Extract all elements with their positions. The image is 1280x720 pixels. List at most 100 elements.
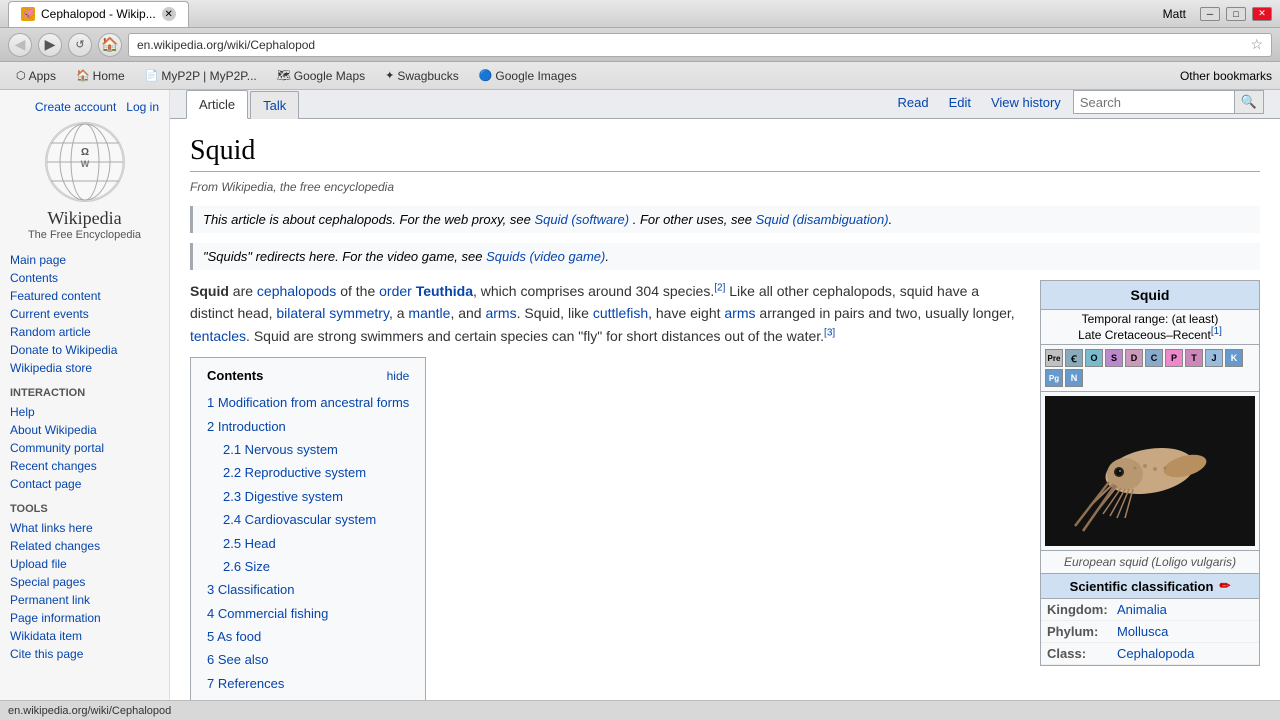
body-paragraph-1: Squid are cephalopods of the order Teuth… [190, 280, 1024, 347]
tab-close-button[interactable]: ✕ [162, 7, 176, 21]
active-tab[interactable]: 🦑 Cephalopod - Wikip... ✕ [8, 1, 189, 27]
sidebar-item-current-events[interactable]: Current events [10, 305, 159, 323]
forward-button[interactable]: ▶ [38, 33, 62, 57]
link-cuttlefish[interactable]: cuttlefish [593, 305, 648, 321]
home-button[interactable]: 🏠 [98, 33, 122, 57]
hatnote1-link1[interactable]: Squid (software) [534, 212, 629, 227]
link-mantle[interactable]: mantle [408, 305, 450, 321]
kingdom-value[interactable]: Animalia [1117, 602, 1167, 617]
sidebar-item-special[interactable]: Special pages [10, 573, 159, 591]
sidebar-item-wikidata[interactable]: Wikidata item [10, 627, 159, 645]
sidebar-item-donate[interactable]: Donate to Wikipedia [10, 341, 159, 359]
sciname-label: Scientific classification [1070, 579, 1214, 594]
tab-view-history[interactable]: View history [983, 91, 1069, 114]
geo-p[interactable]: P [1165, 349, 1183, 367]
link-tentacles[interactable]: tentacles [190, 328, 246, 344]
sidebar-item-permanent[interactable]: Permanent link [10, 591, 159, 609]
address-bar[interactable]: en.wikipedia.org/wiki/Cephalopod ☆ [128, 33, 1272, 57]
geo-o[interactable]: O [1085, 349, 1103, 367]
edit-sciname-icon[interactable]: ✏ [1219, 578, 1230, 594]
geo-t[interactable]: T [1185, 349, 1203, 367]
toc-link-2-1[interactable]: 2.1 Nervous system [223, 442, 338, 457]
search-input[interactable] [1074, 92, 1234, 113]
tab-edit[interactable]: Edit [941, 91, 979, 114]
bookmark-google-maps[interactable]: 🗺 Google Maps [269, 67, 373, 85]
close-button[interactable]: ✕ [1252, 7, 1272, 21]
link-bilateral-symmetry[interactable]: bilateral symmetry [276, 305, 389, 321]
geo-pg[interactable]: Pg [1045, 369, 1063, 387]
tab-read[interactable]: Read [889, 91, 936, 114]
sidebar-item-about[interactable]: About Wikipedia [10, 421, 159, 439]
toc-link-2-3[interactable]: 2.3 Digestive system [223, 489, 343, 504]
sidebar-item-page-info[interactable]: Page information [10, 609, 159, 627]
bookmark-google-maps-label: Google Maps [294, 69, 365, 83]
bookmark-swagbucks[interactable]: ✦ Swagbucks [377, 67, 467, 85]
toc-link-4[interactable]: 4 Commercial fishing [207, 606, 328, 621]
geo-j[interactable]: J [1205, 349, 1223, 367]
toc-link-5[interactable]: 5 As food [207, 629, 261, 644]
search-box: 🔍 [1073, 90, 1264, 114]
sidebar-item-what-links[interactable]: What links here [10, 519, 159, 537]
sidebar-item-contact[interactable]: Contact page [10, 475, 159, 493]
sidebar-item-random[interactable]: Random article [10, 323, 159, 341]
link-arms[interactable]: arms [485, 305, 516, 321]
bookmark-home[interactable]: 🏠 Home [68, 67, 133, 85]
sidebar-item-cite[interactable]: Cite this page [10, 645, 159, 663]
class-value[interactable]: Cephalopoda [1117, 646, 1194, 661]
toc-link-2-4[interactable]: 2.4 Cardiovascular system [223, 512, 376, 527]
toc-link-2-6[interactable]: 2.6 Size [223, 559, 270, 574]
toc-hide-button[interactable]: hide [387, 369, 410, 383]
phylum-value[interactable]: Mollusca [1117, 624, 1168, 639]
link-arms-2[interactable]: arms [724, 305, 755, 321]
toc-link-3[interactable]: 3 Classification [207, 582, 294, 597]
hatnote2-link[interactable]: Squids (video game) [486, 249, 605, 264]
tab-talk[interactable]: Talk [250, 91, 299, 119]
toc-link-1[interactable]: 1 Modification from ancestral forms [207, 395, 409, 410]
geo-s[interactable]: S [1105, 349, 1123, 367]
toc-link-2-2[interactable]: 2.2 Reproductive system [223, 465, 366, 480]
toc-link-6[interactable]: 6 See also [207, 652, 268, 667]
sidebar-item-main-page[interactable]: Main page [10, 251, 159, 269]
back-button[interactable]: ◀ [8, 33, 32, 57]
sidebar-item-contents[interactable]: Contents [10, 269, 159, 287]
squid-svg [1045, 396, 1255, 546]
maximize-button[interactable]: □ [1226, 7, 1246, 21]
hatnote1-link2[interactable]: Squid (disambiguation) [756, 212, 889, 227]
sidebar-item-featured[interactable]: Featured content [10, 287, 159, 305]
toc-item-2: 2 Introduction [207, 415, 409, 438]
sidebar-item-portal[interactable]: Community portal [10, 439, 159, 457]
bookmark-google-images[interactable]: 🔵 Google Images [471, 67, 585, 85]
login-link[interactable]: Log in [126, 100, 159, 114]
search-button[interactable]: 🔍 [1234, 91, 1263, 113]
toc-item-3: 3 Classification [207, 578, 409, 601]
toc-link-2-5[interactable]: 2.5 Head [223, 536, 276, 551]
reload-button[interactable]: ↺ [68, 33, 92, 57]
geo-c[interactable]: Ꞓ [1065, 349, 1083, 367]
toc-link-2[interactable]: 2 Introduction [207, 419, 286, 434]
geo-c2[interactable]: C [1145, 349, 1163, 367]
geo-n[interactable]: N [1065, 369, 1083, 387]
toc-item-2-3: 2.3 Digestive system [207, 485, 409, 508]
minimize-button[interactable]: ─ [1200, 7, 1220, 21]
other-bookmarks[interactable]: Other bookmarks [1180, 69, 1272, 83]
create-account-link[interactable]: Create account [35, 100, 116, 114]
toc-link-7[interactable]: 7 References [207, 676, 284, 691]
bookmark-myp2p[interactable]: 📄 MyP2P | MyP2P... [137, 67, 265, 85]
bookmark-star-icon[interactable]: ☆ [1250, 36, 1263, 53]
sidebar-item-store[interactable]: Wikipedia store [10, 359, 159, 377]
sidebar-item-related[interactable]: Related changes [10, 537, 159, 555]
tab-favicon: 🦑 [21, 7, 35, 21]
table-of-contents: Contents hide 1 Modification from ancest… [190, 357, 426, 700]
bookmark-apps[interactable]: ⬡ Apps [8, 67, 64, 85]
tab-article[interactable]: Article [186, 90, 248, 119]
infobox-title: Squid [1041, 281, 1259, 310]
sidebar-item-recent[interactable]: Recent changes [10, 457, 159, 475]
geo-d[interactable]: D [1125, 349, 1143, 367]
geo-k[interactable]: K [1225, 349, 1243, 367]
sidebar-item-help[interactable]: Help [10, 403, 159, 421]
sidebar-item-upload[interactable]: Upload file [10, 555, 159, 573]
geo-pre[interactable]: Pre [1045, 349, 1063, 367]
link-teuthida[interactable]: Teuthida [416, 283, 473, 299]
link-order[interactable]: order [379, 283, 412, 299]
link-cephalopods[interactable]: cephalopods [257, 283, 336, 299]
